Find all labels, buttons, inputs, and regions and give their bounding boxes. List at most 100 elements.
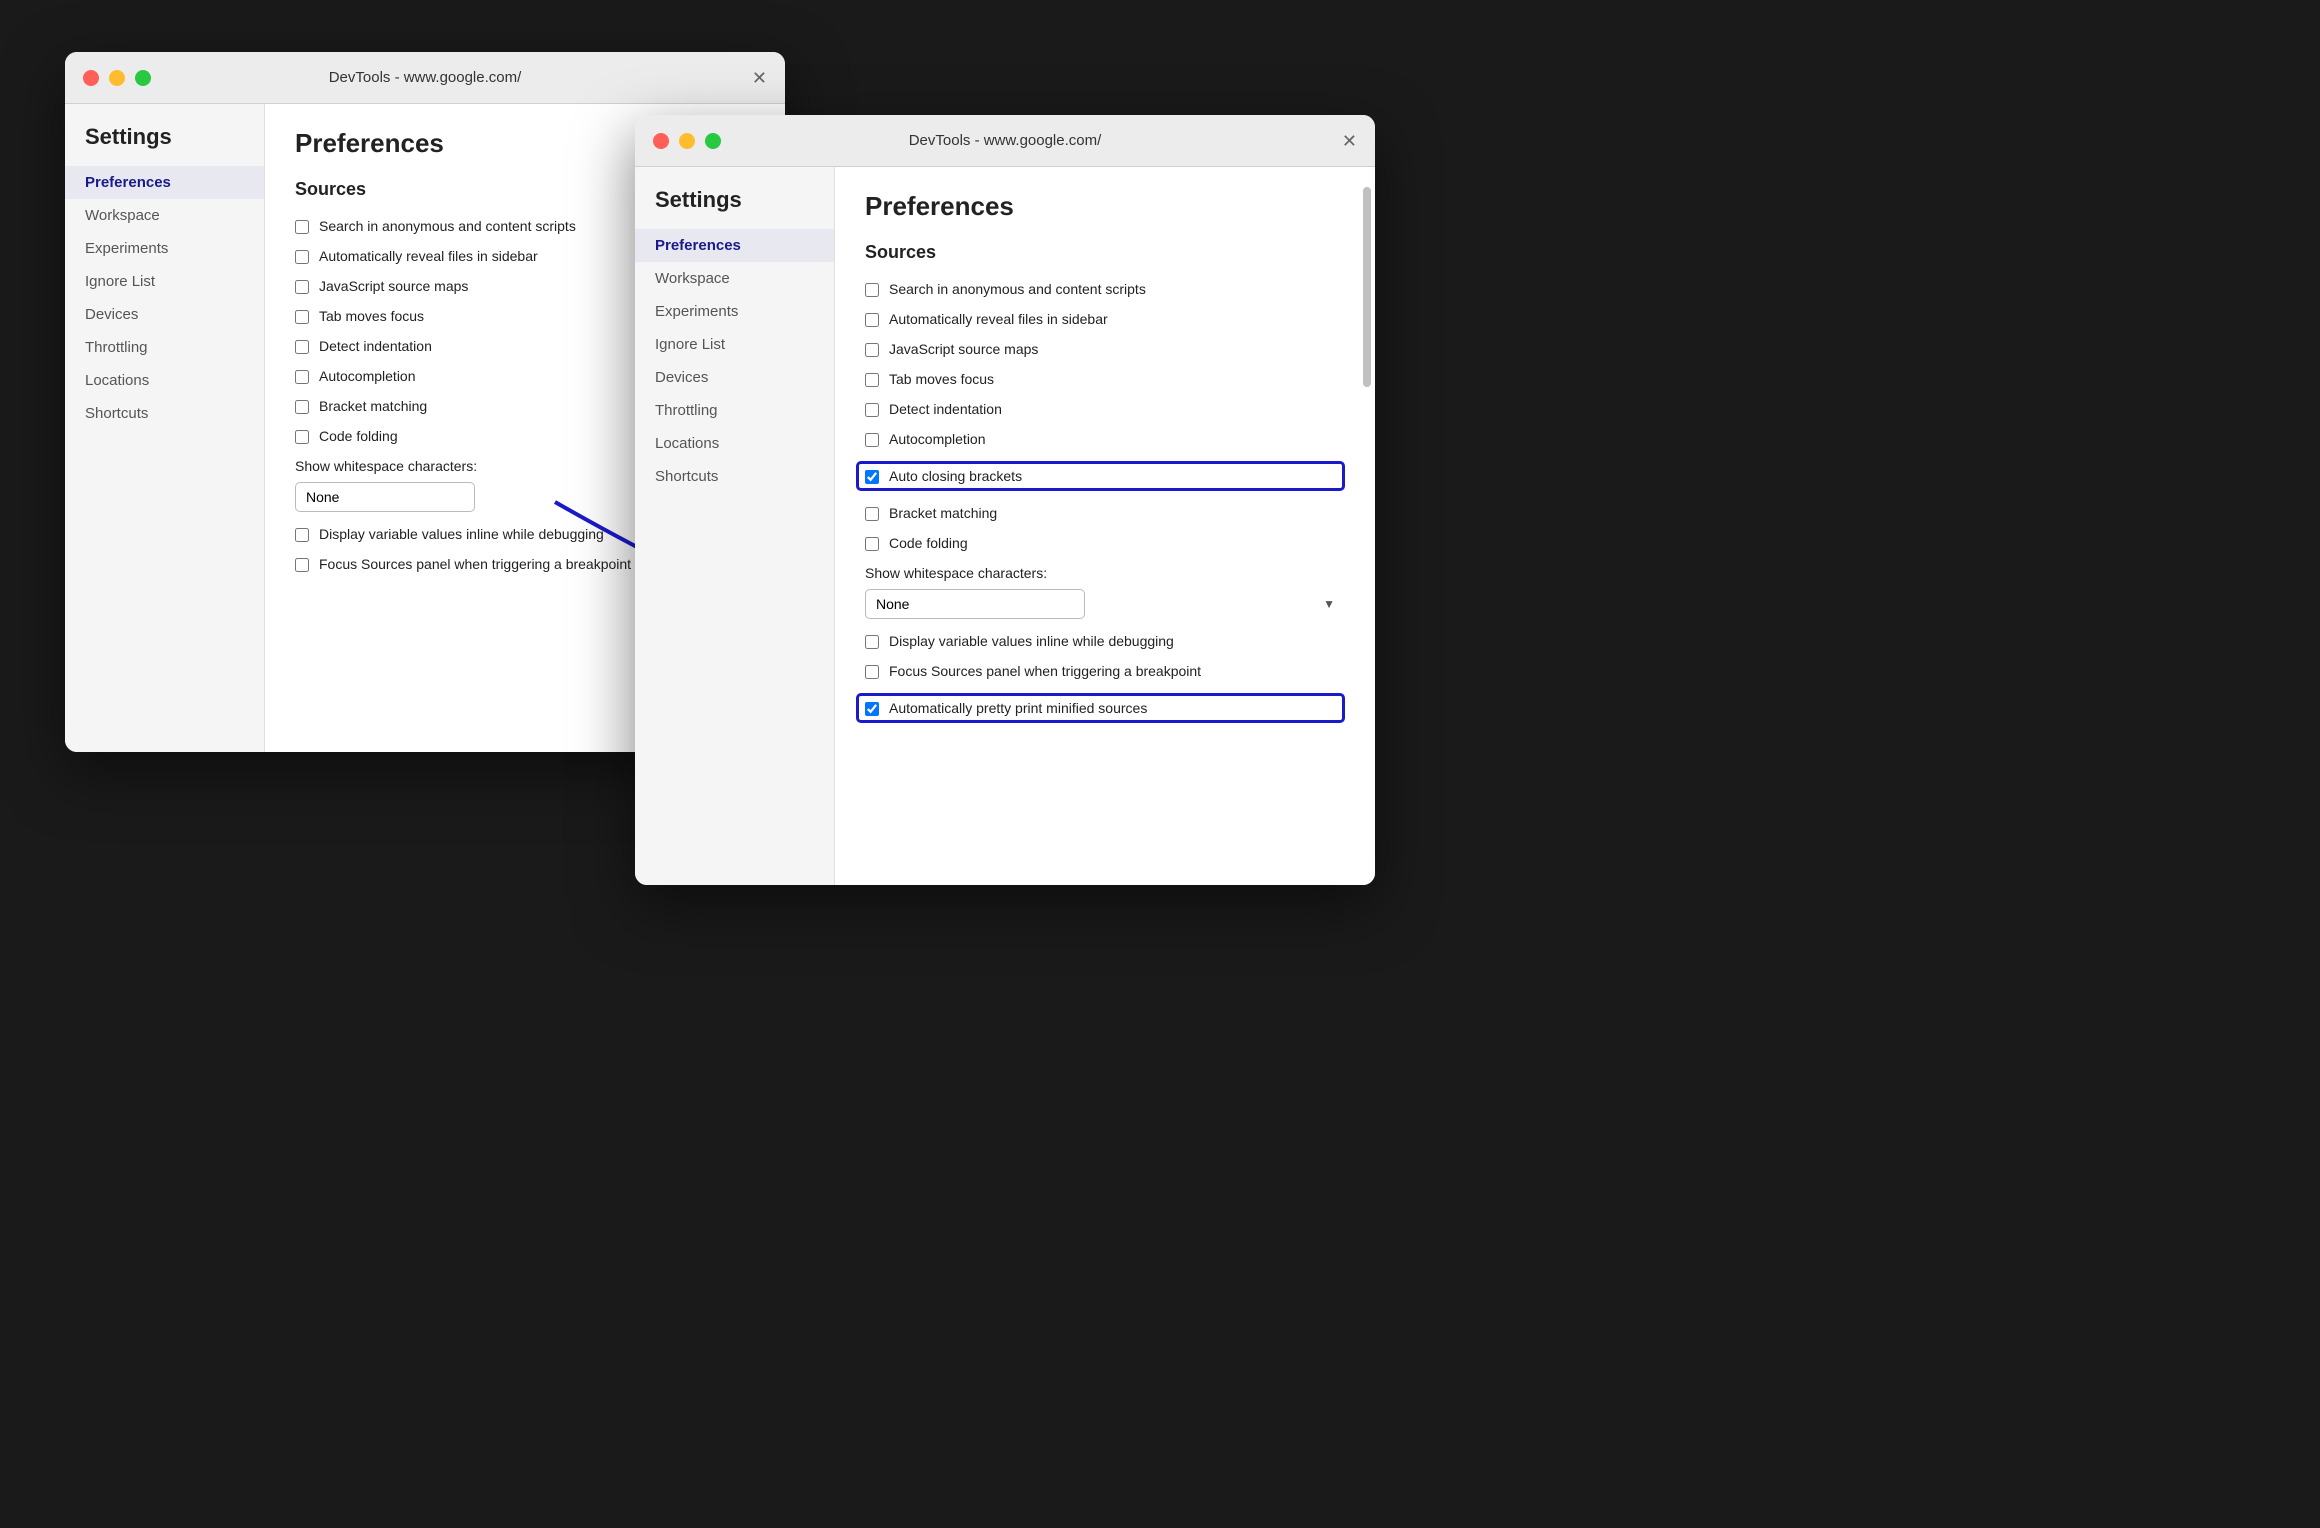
maximize-button-2[interactable] [705, 133, 721, 149]
checkbox-input-bracketmatching-2[interactable] [865, 507, 879, 521]
checkbox-label-bracket-1: Bracket matching [319, 398, 427, 414]
sidebar-item-workspace-2[interactable]: Workspace [635, 262, 834, 295]
maximize-button-1[interactable] [135, 70, 151, 86]
sidebar-item-workspace-1[interactable]: Workspace [65, 199, 264, 232]
close-button-2[interactable] [653, 133, 669, 149]
select-arrow-icon-2: ▼ [1323, 597, 1335, 611]
whitespace-label-2: Show whitespace characters: [865, 565, 1345, 581]
checkbox-label-autocompletion-2: Autocompletion [889, 431, 986, 447]
checkbox-bracketmatching-2: Bracket matching [865, 505, 1345, 521]
close-button-1[interactable] [83, 70, 99, 86]
checkbox-input-codefolding-1[interactable] [295, 430, 309, 444]
checkbox-label-focus-2: Focus Sources panel when triggering a br… [889, 663, 1201, 679]
traffic-lights-1 [83, 70, 151, 86]
checkbox-input-focus-1[interactable] [295, 558, 309, 572]
sidebar-item-preferences-2[interactable]: Preferences [635, 229, 834, 262]
checkbox-input-tabfocus-2[interactable] [865, 373, 879, 387]
checkbox-input-indentation-1[interactable] [295, 340, 309, 354]
sidebar-item-ignorelist-1[interactable]: Ignore List [65, 265, 264, 298]
checkbox-sourcemaps-2: JavaScript source maps [865, 341, 1345, 357]
checkbox-input-autocompletion-2[interactable] [865, 433, 879, 447]
checkbox-label-focus-1: Focus Sources panel when triggering a br… [319, 556, 631, 572]
sidebar-heading-2: Settings [635, 187, 834, 229]
checkbox-input-sourcemaps-2[interactable] [865, 343, 879, 357]
sidebar-item-shortcuts-2[interactable]: Shortcuts [635, 460, 834, 493]
checkbox-prettyprint-2: Automatically pretty print minified sour… [856, 693, 1345, 723]
sidebar-item-experiments-2[interactable]: Experiments [635, 295, 834, 328]
titlebar-2: DevTools - www.google.com/ ✕ [635, 115, 1375, 167]
checkbox-input-autocompletion-1[interactable] [295, 370, 309, 384]
sidebar-item-devices-1[interactable]: Devices [65, 298, 264, 331]
settings-body-2: Settings Preferences Workspace Experimen… [635, 167, 1375, 885]
sidebar-item-throttling-1[interactable]: Throttling [65, 331, 264, 364]
checkbox-label-indentation-2: Detect indentation [889, 401, 1002, 417]
checkbox-label-variable-1: Display variable values inline while deb… [319, 526, 604, 542]
checkbox-input-anonymous-2[interactable] [865, 283, 879, 297]
checkbox-indentation-2: Detect indentation [865, 401, 1345, 417]
sidebar-item-shortcuts-1[interactable]: Shortcuts [65, 397, 264, 430]
checkbox-label-tabfocus-2: Tab moves focus [889, 371, 994, 387]
sidebar-item-locations-2[interactable]: Locations [635, 427, 834, 460]
checkbox-input-variable-2[interactable] [865, 635, 879, 649]
checkbox-input-tabfocus-1[interactable] [295, 310, 309, 324]
checkbox-input-sourcemaps-1[interactable] [295, 280, 309, 294]
checkbox-tabfocus-2: Tab moves focus [865, 371, 1345, 387]
checkbox-label-anonymous-2: Search in anonymous and content scripts [889, 281, 1146, 297]
sidebar-item-throttling-2[interactable]: Throttling [635, 394, 834, 427]
checkbox-label-sourcemaps-1: JavaScript source maps [319, 278, 468, 294]
checkbox-label-tabfocus-1: Tab moves focus [319, 308, 424, 324]
checkbox-input-reveal-1[interactable] [295, 250, 309, 264]
checkbox-label-reveal-2: Automatically reveal files in sidebar [889, 311, 1108, 327]
sidebar-item-preferences-1[interactable]: Preferences [65, 166, 264, 199]
checkbox-label-autoclosing-2: Auto closing brackets [889, 468, 1022, 484]
checkbox-label-variable-2: Display variable values inline while deb… [889, 633, 1174, 649]
checkbox-reveal-2: Automatically reveal files in sidebar [865, 311, 1345, 327]
checkbox-input-focus-2[interactable] [865, 665, 879, 679]
window-title-2: DevTools - www.google.com/ [909, 132, 1102, 149]
checkbox-codefolding-2: Code folding [865, 535, 1345, 551]
whitespace-select-1[interactable]: None All Trailing [295, 482, 475, 512]
checkbox-input-indentation-2[interactable] [865, 403, 879, 417]
sidebar-item-experiments-1[interactable]: Experiments [65, 232, 264, 265]
sidebar-item-devices-2[interactable]: Devices [635, 361, 834, 394]
checkbox-label-sourcemaps-2: JavaScript source maps [889, 341, 1038, 357]
checkbox-label-codefolding-1: Code folding [319, 428, 398, 444]
traffic-lights-2 [653, 133, 721, 149]
scrollbar-track-2[interactable] [1363, 167, 1373, 885]
sidebar-2: Settings Preferences Workspace Experimen… [635, 167, 835, 885]
checkbox-label-indentation-1: Detect indentation [319, 338, 432, 354]
checkbox-label-anonymous-1: Search in anonymous and content scripts [319, 218, 576, 234]
sidebar-item-ignorelist-2[interactable]: Ignore List [635, 328, 834, 361]
devtools-window-2: DevTools - www.google.com/ ✕ Settings Pr… [635, 115, 1375, 885]
checkbox-input-anonymous-1[interactable] [295, 220, 309, 234]
scrollbar-thumb-2[interactable] [1363, 187, 1371, 387]
checkbox-input-bracket-1[interactable] [295, 400, 309, 414]
titlebar-1: DevTools - www.google.com/ ✕ [65, 52, 785, 104]
checkbox-label-reveal-1: Automatically reveal files in sidebar [319, 248, 538, 264]
checkbox-focus-2: Focus Sources panel when triggering a br… [865, 663, 1345, 679]
close-icon-2[interactable]: ✕ [1342, 132, 1357, 150]
content-2: Preferences Sources Search in anonymous … [835, 167, 1375, 885]
preferences-title-2: Preferences [865, 191, 1345, 222]
checkbox-input-variable-1[interactable] [295, 528, 309, 542]
minimize-button-2[interactable] [679, 133, 695, 149]
close-icon-1[interactable]: ✕ [752, 69, 767, 87]
sidebar-heading-1: Settings [65, 124, 264, 166]
checkbox-label-codefolding-2: Code folding [889, 535, 968, 551]
whitespace-select-2[interactable]: None All Trailing [865, 589, 1085, 619]
checkbox-autoclosing-2: Auto closing brackets [856, 461, 1345, 491]
checkbox-input-reveal-2[interactable] [865, 313, 879, 327]
sidebar-item-locations-1[interactable]: Locations [65, 364, 264, 397]
checkbox-anonymous-2: Search in anonymous and content scripts [865, 281, 1345, 297]
whitespace-select-wrapper-2: None All Trailing ▼ [865, 589, 1345, 619]
checkbox-input-autoclosing-2[interactable] [865, 470, 879, 484]
checkbox-variable-2: Display variable values inline while deb… [865, 633, 1345, 649]
checkbox-input-prettyprint-2[interactable] [865, 702, 879, 716]
window-title-1: DevTools - www.google.com/ [329, 69, 522, 86]
checkbox-label-bracketmatching-2: Bracket matching [889, 505, 997, 521]
checkbox-input-codefolding-2[interactable] [865, 537, 879, 551]
minimize-button-1[interactable] [109, 70, 125, 86]
checkbox-autocompletion-2: Autocompletion [865, 431, 1345, 447]
sidebar-1: Settings Preferences Workspace Experimen… [65, 104, 265, 752]
section-title-2: Sources [865, 242, 1345, 263]
